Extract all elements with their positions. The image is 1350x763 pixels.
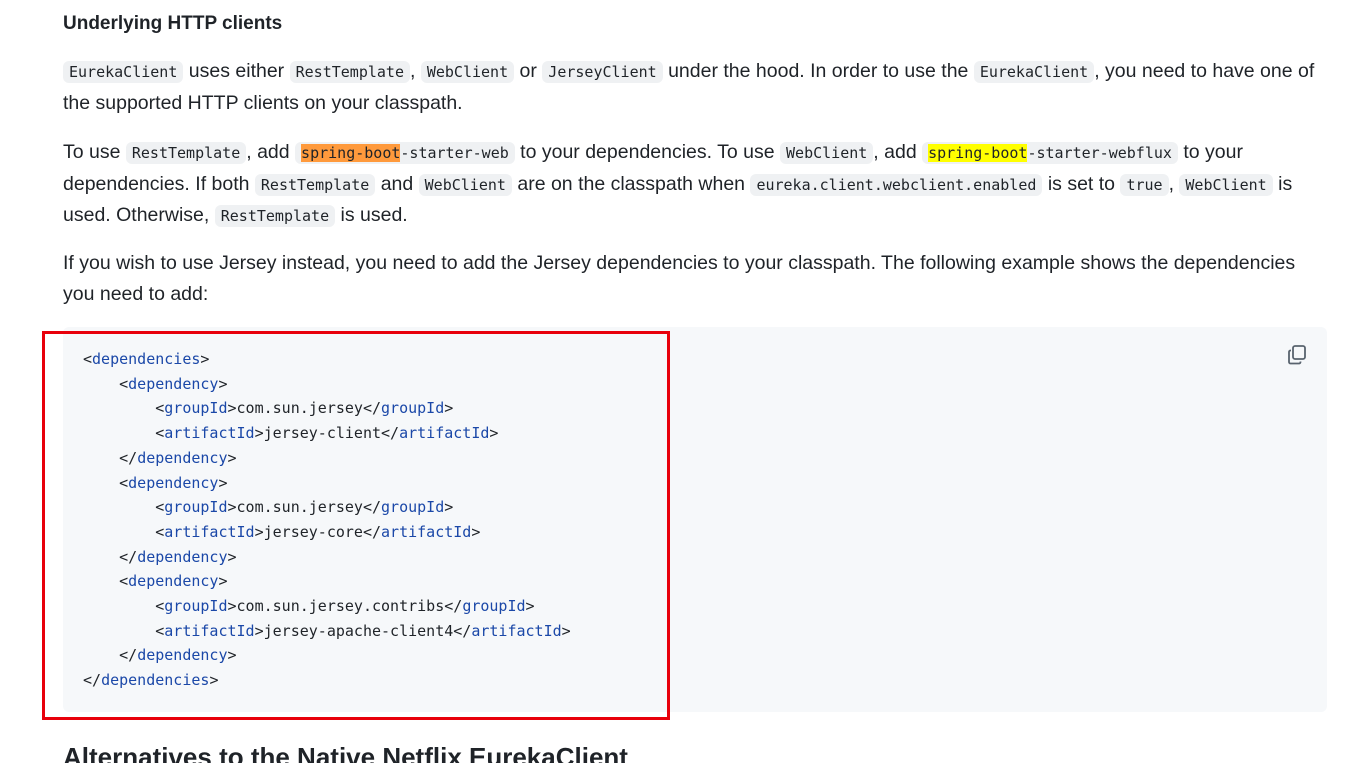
text: is set to	[1042, 172, 1121, 195]
text: or	[514, 60, 543, 82]
inline-code: RestTemplate	[125, 142, 247, 164]
next-section-heading: Alternatives to the Native Netflix Eurek…	[63, 742, 628, 763]
text: , add	[873, 141, 923, 163]
inline-code: WebClient	[780, 142, 874, 164]
inline-code: JerseyClient	[542, 61, 663, 83]
text: is used.	[335, 204, 408, 226]
text: and	[375, 172, 419, 195]
inline-code: WebClient	[420, 61, 515, 83]
code-text: -starter-webflux	[1027, 144, 1172, 162]
inline-code: eureka.client.webclient.enabled	[750, 173, 1043, 196]
text: ,	[1168, 172, 1180, 195]
inline-code: WebClient	[418, 173, 512, 196]
text: under the hood. In order to use the	[662, 60, 974, 82]
search-highlight: spring-boot	[301, 144, 401, 162]
text: , add	[246, 141, 296, 163]
text: to your dependencies. To use	[514, 141, 781, 163]
inline-code: RestTemplate	[214, 205, 336, 227]
inline-code-starter-webflux: spring-boot-starter-webflux	[922, 142, 1178, 164]
code-text: -starter-web	[400, 144, 509, 162]
copy-icon[interactable]	[1285, 343, 1309, 367]
inline-code: WebClient	[1179, 173, 1273, 196]
copy-icon-glyph	[1288, 345, 1306, 365]
inline-code: EurekaClient	[973, 61, 1095, 83]
text: ,	[409, 60, 421, 82]
inline-code: true	[1120, 173, 1169, 196]
paragraph-http-clients: EurekaClient uses either RestTemplate, W…	[63, 56, 1329, 118]
text: are on the classpath when	[511, 172, 751, 195]
annotation-highlight-box	[42, 331, 670, 720]
text: uses either	[183, 60, 290, 82]
paragraph-jersey: If you wish to use Jersey instead, you n…	[63, 248, 1329, 309]
inline-code: RestTemplate	[289, 61, 410, 83]
inline-code: RestTemplate	[254, 173, 376, 196]
search-highlight: spring-boot	[928, 144, 1028, 162]
text: To use	[63, 141, 126, 163]
paragraph-dependencies: To use RestTemplate, add spring-boot-sta…	[63, 137, 1329, 232]
inline-code: EurekaClient	[63, 61, 184, 83]
section-heading: Underlying HTTP clients	[63, 13, 283, 34]
inline-code-starter-web: spring-boot-starter-web	[295, 142, 515, 164]
paragraph-text: If you wish to use Jersey instead, you n…	[63, 252, 1296, 305]
